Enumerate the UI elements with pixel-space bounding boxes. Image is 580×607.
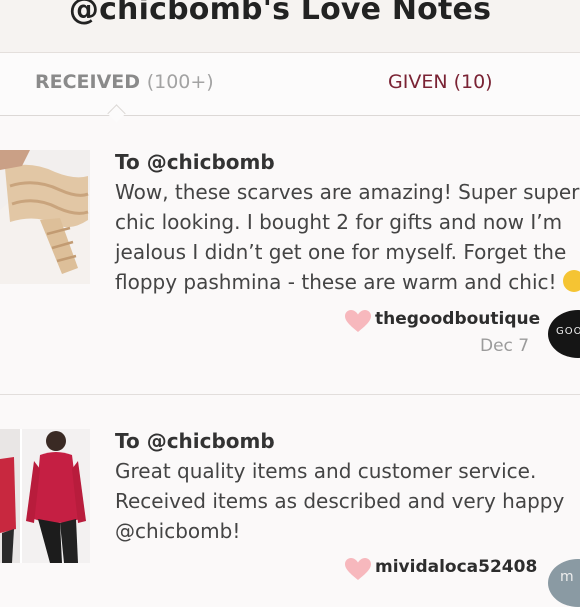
listing-thumbnail[interactable] [0,150,90,284]
note-line: Great quality items and customer service… [115,459,537,483]
tab-given[interactable]: GIVEN (10) [388,71,493,93]
tab-bar: RECEIVED (100+) GIVEN (10) [0,53,580,116]
avatar[interactable]: m [548,559,580,607]
note-line: @chicbomb! [115,519,241,543]
love-note: To @chicbomb Wow, these scarves are amaz… [0,116,580,395]
note-recipient: To @chicbomb [115,150,275,174]
sender-username[interactable]: mividaloca52408 [375,557,537,577]
heart-icon [345,310,371,332]
avatar[interactable]: GOO [548,310,580,358]
heart-icon [345,558,371,580]
sender-username[interactable]: thegoodboutique [375,309,540,329]
page-header: @chicbomb's Love Notes [0,0,580,53]
avatar-text: m [560,569,575,585]
tab-received-count: (100+) [146,71,214,93]
note-line: Received items as described and very hap… [115,489,565,513]
note-body: Great quality items and customer service… [115,456,580,546]
note-body: Wow, these scarves are amazing! Super su… [115,177,580,297]
emoji-icon [562,270,580,292]
note-line: Wow, these scarves are amazing! Super su… [115,180,580,204]
page-title: @chicbomb's Love Notes [68,0,492,27]
note-line: jealous I didn’t get one for myself. For… [115,240,567,264]
note-date: Dec 7 [480,336,530,356]
avatar-text: GOO [556,326,580,337]
note-recipient: To @chicbomb [115,429,275,453]
note-line: floppy pashmina - these are warm and chi… [115,270,557,294]
note-line: chic looking. I bought 2 for gifts and n… [115,210,563,234]
love-note: To @chicbomb Great quality items and cus… [0,395,580,607]
tab-received[interactable]: RECEIVED (100+) [35,71,214,93]
listing-thumbnail[interactable] [0,429,90,563]
tab-received-label: RECEIVED [35,71,141,93]
